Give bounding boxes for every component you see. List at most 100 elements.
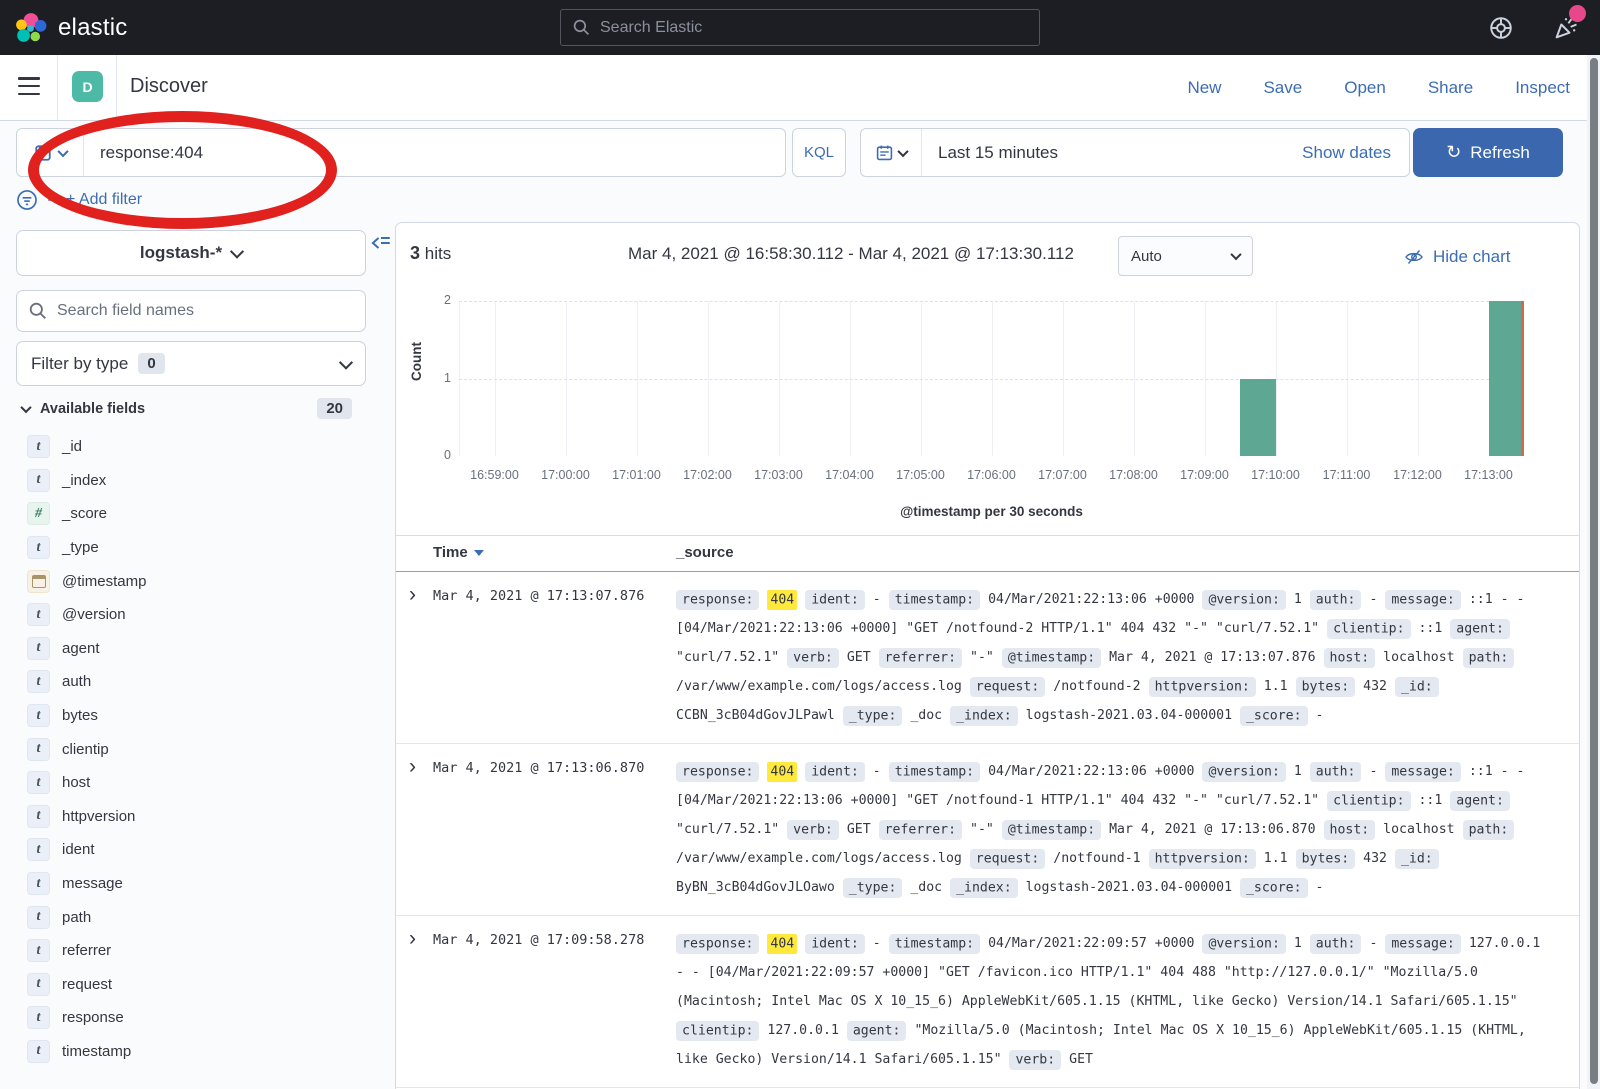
doc-row: ›Mar 4, 2021 @ 17:09:58.278response: 404… — [396, 916, 1579, 1088]
source-value: "-" — [970, 822, 994, 837]
field-item-ident[interactable]: tident — [27, 833, 367, 867]
histogram-bar[interactable] — [1240, 379, 1276, 457]
source-field-name: message: — [1385, 590, 1461, 610]
expand-row-icon[interactable]: › — [409, 928, 416, 949]
nav-action-inspect[interactable]: Inspect — [1515, 78, 1570, 98]
field-search-placeholder: Search field names — [57, 302, 194, 320]
field-item-_index[interactable]: t_index — [27, 464, 367, 498]
field-item-auth[interactable]: tauth — [27, 665, 367, 699]
field-item-request[interactable]: trequest — [27, 968, 367, 1002]
show-dates-button[interactable]: Show dates — [1302, 143, 1391, 163]
hide-chart-button[interactable]: Hide chart — [1404, 247, 1510, 267]
source-field-name: httpversion: — [1149, 849, 1256, 869]
source-value: /notfound-2 — [1053, 679, 1140, 694]
nav-action-share[interactable]: Share — [1428, 78, 1473, 98]
time-column-header[interactable]: Time — [433, 544, 484, 561]
source-field-name: message: — [1385, 934, 1461, 954]
field-item-_id[interactable]: t_id — [27, 430, 367, 464]
time-header-label: Time — [433, 544, 468, 561]
histogram-bar[interactable] — [1489, 301, 1525, 456]
x-tick-label: 17:12:00 — [1378, 468, 1458, 482]
source-field-name: host: — [1324, 648, 1376, 668]
field-item-message[interactable]: tmessage — [27, 867, 367, 901]
field-item-httpversion[interactable]: thttpversion — [27, 800, 367, 834]
source-field-name: _type: — [843, 878, 903, 898]
help-icon[interactable] — [1488, 15, 1514, 41]
field-item-timestamp[interactable]: ttimestamp — [27, 1035, 367, 1069]
doc-row: ›Mar 4, 2021 @ 17:13:06.870response: 404… — [396, 744, 1579, 916]
nav-divider — [57, 55, 58, 120]
elastic-logo[interactable]: elastic — [14, 11, 127, 45]
query-input[interactable]: response:404 — [100, 143, 203, 163]
field-item-referrer[interactable]: treferrer — [27, 934, 367, 968]
source-value: 04/Mar/2021:22:13:06 +0000 — [988, 764, 1194, 779]
x-tick-label: 17:02:00 — [668, 468, 748, 482]
source-value: logstash-2021.03.04-000001 — [1026, 880, 1232, 895]
field-label: @timestamp — [62, 573, 146, 590]
field-type-text-icon: t — [27, 704, 50, 727]
interval-select[interactable]: Auto — [1118, 236, 1253, 276]
results-panel: 3 hits Mar 4, 2021 @ 16:58:30.112 - Mar … — [395, 222, 1580, 1089]
field-label: _type — [62, 539, 99, 556]
field-item-clientip[interactable]: tclientip — [27, 732, 367, 766]
field-type-text-icon: t — [27, 906, 50, 929]
field-item-bytes[interactable]: tbytes — [27, 699, 367, 733]
source-value: "curl/7.52.1" — [676, 822, 779, 837]
source-value: 1 — [1294, 592, 1302, 607]
field-label: httpversion — [62, 808, 135, 825]
field-type-text-icon: t — [27, 738, 50, 761]
source-field-name: response: — [676, 590, 759, 610]
time-range-quick-label[interactable]: Last 15 minutes — [938, 143, 1302, 163]
query-language-button[interactable]: KQL — [792, 128, 846, 177]
source-value: _doc — [910, 880, 942, 895]
global-search-input[interactable]: Search Elastic — [560, 9, 1040, 46]
field-item-host[interactable]: thost — [27, 766, 367, 800]
nav-action-save[interactable]: Save — [1263, 78, 1302, 98]
field-item-_type[interactable]: t_type — [27, 531, 367, 565]
expand-row-icon[interactable]: › — [409, 756, 416, 777]
hide-chart-label: Hide chart — [1433, 247, 1510, 267]
field-type-text-icon: t — [27, 1040, 50, 1063]
saved-query-menu[interactable] — [17, 129, 84, 176]
y-tick-label: 1 — [425, 371, 451, 385]
field-item-response[interactable]: tresponse — [27, 1001, 367, 1035]
expand-row-icon[interactable]: › — [409, 584, 416, 605]
field-label: _score — [62, 505, 107, 522]
filter-divider — [48, 199, 56, 201]
field-item-@timestamp[interactable]: @timestamp — [27, 564, 367, 598]
nav-actions: New Save Open Share Inspect — [1187, 55, 1570, 120]
collapse-sidebar-button[interactable] — [371, 233, 391, 258]
field-item-path[interactable]: tpath — [27, 900, 367, 934]
source-field-name: bytes: — [1296, 677, 1356, 697]
discover-app-badge[interactable]: D — [72, 71, 103, 102]
histogram-chart[interactable]: Count 16:59:0017:00:0017:01:0017:02:0017… — [396, 287, 1581, 527]
filter-icon[interactable] — [16, 189, 38, 211]
table-header: Time _source — [396, 535, 1579, 572]
add-filter-button[interactable]: + Add filter — [66, 191, 142, 209]
filter-by-type-select[interactable]: Filter by type 0 — [16, 341, 366, 386]
date-quick-menu[interactable] — [861, 129, 922, 176]
query-bar[interactable]: response:404 — [16, 128, 786, 177]
x-tick-label: 17:03:00 — [739, 468, 819, 482]
scrollbar-thumb[interactable] — [1590, 58, 1598, 1084]
field-item-@version[interactable]: t@version — [27, 598, 367, 632]
date-picker[interactable]: Last 15 minutes Show dates — [860, 128, 1410, 177]
field-search-input[interactable]: Search field names — [16, 290, 366, 332]
menu-hamburger-icon[interactable] — [18, 77, 40, 95]
source-value: - — [1369, 592, 1377, 607]
saved-query-icon — [34, 144, 52, 162]
search-icon — [29, 302, 47, 320]
index-pattern-select[interactable]: logstash-* — [16, 230, 366, 276]
field-item-_score[interactable]: #_score — [27, 497, 367, 531]
nav-action-new[interactable]: New — [1187, 78, 1221, 98]
grid-line — [459, 301, 1524, 302]
field-item-agent[interactable]: tagent — [27, 632, 367, 666]
source-field-name: path: — [1463, 820, 1515, 840]
x-tick-label: 17:08:00 — [1094, 468, 1174, 482]
nav-action-open[interactable]: Open — [1344, 78, 1386, 98]
source-value: "-" — [970, 650, 994, 665]
available-fields-header[interactable]: Available fields 20 — [22, 398, 366, 419]
source-field-name: auth: — [1310, 934, 1362, 954]
x-tick-label: 17:01:00 — [597, 468, 677, 482]
refresh-button[interactable]: ↻ Refresh — [1413, 128, 1563, 177]
